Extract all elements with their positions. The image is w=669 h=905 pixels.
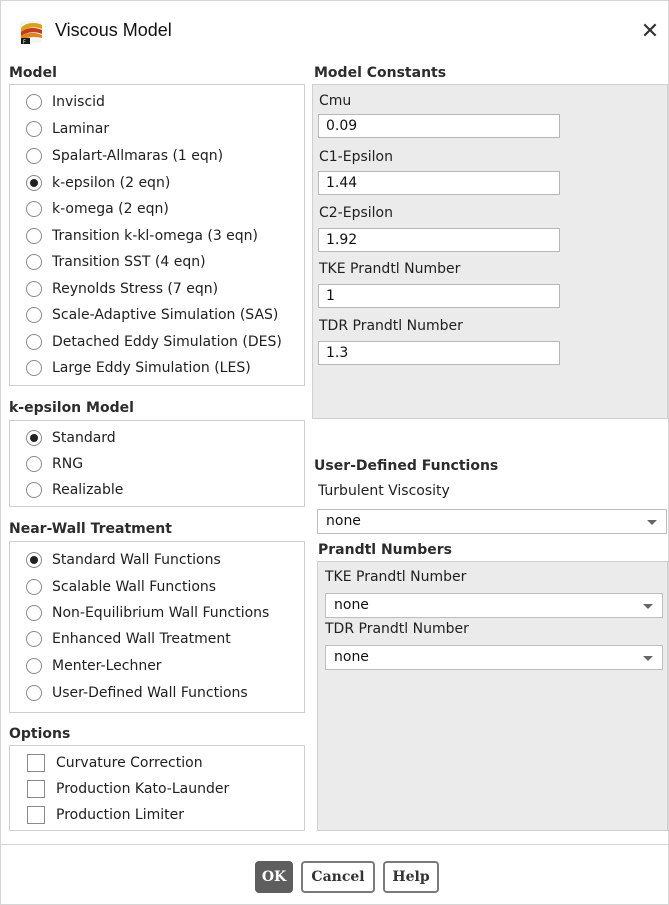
near-wall-option-non-equilibrium[interactable]: Non-Equilibrium Wall Functions — [26, 600, 269, 626]
near-wall-option-menter-lechner[interactable]: Menter-Lechner — [26, 653, 162, 679]
model-option-spalart-allmaras[interactable]: Spalart-Allmaras (1 eqn) — [26, 143, 223, 169]
radio-icon — [26, 201, 42, 217]
near-wall-section-label: Near-Wall Treatment — [9, 521, 172, 537]
model-constants-section-label: Model Constants — [314, 65, 447, 81]
radio-selected-icon — [26, 175, 42, 191]
radio-icon — [26, 254, 42, 270]
radio-icon — [26, 456, 42, 472]
checkbox-icon — [27, 780, 45, 798]
footer-divider — [1, 844, 669, 845]
model-option-des[interactable]: Detached Eddy Simulation (DES) — [26, 329, 282, 355]
ok-button[interactable]: OK — [255, 861, 293, 893]
radio-selected-icon — [26, 552, 42, 568]
model-constants-group: Cmu C1-Epsilon C2-Epsilon TKE Prandtl Nu… — [312, 84, 668, 419]
radio-icon — [26, 307, 42, 323]
model-section-label: Model — [9, 65, 57, 81]
svg-text:F: F — [23, 40, 26, 46]
tdr-prandtl-label: TDR Prandtl Number — [319, 318, 463, 334]
turbulent-viscosity-value: none — [326, 513, 361, 529]
k-epsilon-group: Standard RNG Realizable — [9, 420, 305, 507]
model-option-k-omega[interactable]: k-omega (2 eqn) — [26, 196, 169, 222]
c2-epsilon-label: C2-Epsilon — [319, 205, 393, 221]
k-epsilon-option-rng[interactable]: RNG — [26, 451, 83, 477]
k-epsilon-section-label: k-epsilon Model — [9, 400, 134, 416]
udf-tke-prandtl-label: TKE Prandtl Number — [325, 569, 467, 585]
close-icon[interactable]: ✕ — [637, 19, 663, 45]
near-wall-option-standard[interactable]: Standard Wall Functions — [26, 547, 221, 573]
option-curvature-correction[interactable]: Curvature Correction — [27, 750, 203, 776]
near-wall-option-scalable[interactable]: Scalable Wall Functions — [26, 574, 216, 600]
chevron-down-icon — [643, 604, 653, 609]
prandtl-numbers-group: TKE Prandtl Number none TDR Prandtl Numb… — [317, 561, 668, 831]
model-option-inviscid[interactable]: Inviscid — [26, 89, 105, 115]
tke-prandtl-label: TKE Prandtl Number — [319, 261, 461, 277]
model-option-sas[interactable]: Scale-Adaptive Simulation (SAS) — [26, 302, 278, 328]
near-wall-group: Standard Wall Functions Scalable Wall Fu… — [9, 541, 305, 713]
turbulent-viscosity-label: Turbulent Viscosity — [318, 483, 450, 499]
near-wall-option-user-defined[interactable]: User-Defined Wall Functions — [26, 680, 248, 706]
radio-icon — [26, 579, 42, 595]
radio-icon — [26, 482, 42, 498]
radio-icon — [26, 360, 42, 376]
udf-tdr-prandtl-dropdown[interactable]: none — [325, 645, 663, 670]
udf-tdr-prandtl-value: none — [334, 649, 369, 665]
model-option-transition-k-kl-omega[interactable]: Transition k-kl-omega (3 eqn) — [26, 223, 258, 249]
cancel-button[interactable]: Cancel — [301, 861, 375, 893]
udf-tke-prandtl-dropdown[interactable]: none — [325, 593, 663, 618]
model-option-reynolds-stress[interactable]: Reynolds Stress (7 eqn) — [26, 276, 218, 302]
radio-icon — [26, 631, 42, 647]
udf-tke-prandtl-value: none — [334, 597, 369, 613]
option-production-limiter[interactable]: Production Limiter — [27, 802, 184, 828]
radio-icon — [26, 148, 42, 164]
option-production-kato-launder[interactable]: Production Kato-Launder — [27, 776, 229, 802]
checkbox-icon — [27, 806, 45, 824]
checkbox-icon — [27, 754, 45, 772]
c1-epsilon-label: C1-Epsilon — [319, 149, 393, 165]
radio-icon — [26, 334, 42, 350]
radio-icon — [26, 658, 42, 674]
model-option-les[interactable]: Large Eddy Simulation (LES) — [26, 355, 251, 381]
c1-epsilon-input[interactable] — [318, 171, 560, 195]
radio-icon — [26, 685, 42, 701]
options-section-label: Options — [9, 726, 71, 742]
model-option-k-epsilon[interactable]: k-epsilon (2 eqn) — [26, 170, 170, 196]
radio-icon — [26, 605, 42, 621]
radio-icon — [26, 281, 42, 297]
radio-icon — [26, 94, 42, 110]
udf-tdr-prandtl-label: TDR Prandtl Number — [325, 621, 469, 637]
udf-section-label: User-Defined Functions — [314, 458, 499, 474]
model-option-transition-sst[interactable]: Transition SST (4 eqn) — [26, 249, 206, 275]
prandtl-numbers-section-label: Prandtl Numbers — [318, 542, 452, 558]
tdr-prandtl-input[interactable] — [318, 341, 560, 365]
window-title: Viscous Model — [55, 20, 172, 40]
chevron-down-icon — [643, 656, 653, 661]
cmu-input[interactable] — [318, 114, 560, 138]
c2-epsilon-input[interactable] — [318, 228, 560, 252]
radio-icon — [26, 121, 42, 137]
viscous-model-dialog: F Viscous Model ✕ Model Inviscid Laminar… — [0, 0, 669, 905]
model-group: Inviscid Laminar Spalart-Allmaras (1 eqn… — [9, 84, 305, 386]
tke-prandtl-input[interactable] — [318, 284, 560, 308]
turbulent-viscosity-dropdown[interactable]: none — [317, 509, 667, 534]
radio-selected-icon — [26, 430, 42, 446]
k-epsilon-option-realizable[interactable]: Realizable — [26, 477, 123, 503]
options-group: Curvature Correction Production Kato-Lau… — [9, 745, 305, 831]
cmu-label: Cmu — [319, 93, 352, 109]
title-bar: F Viscous Model ✕ — [1, 1, 668, 59]
model-option-laminar[interactable]: Laminar — [26, 116, 109, 142]
k-epsilon-option-standard[interactable]: Standard — [26, 425, 116, 451]
chevron-down-icon — [647, 520, 657, 525]
near-wall-option-enhanced[interactable]: Enhanced Wall Treatment — [26, 626, 231, 652]
radio-icon — [26, 228, 42, 244]
help-button[interactable]: Help — [383, 861, 439, 893]
fluent-app-icon: F — [18, 19, 44, 46]
